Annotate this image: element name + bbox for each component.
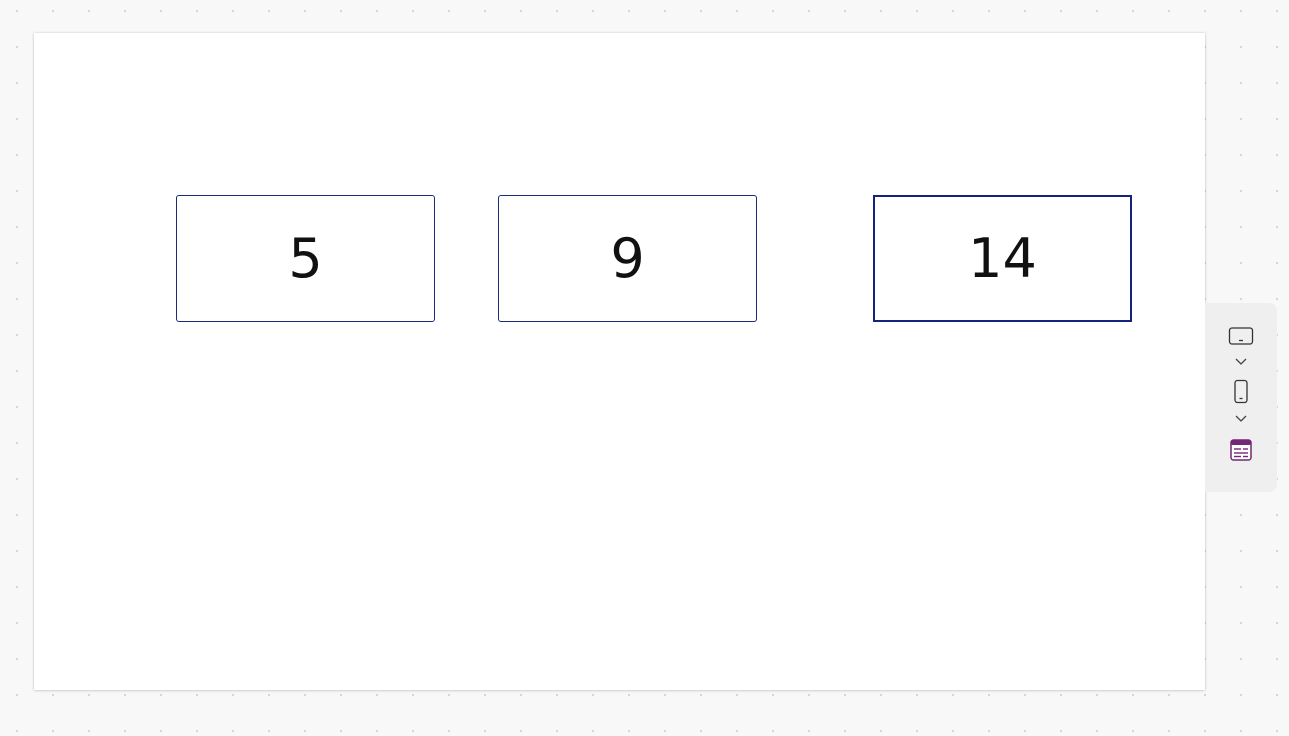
number-box-5[interactable]: 5 xyxy=(176,195,435,322)
tablet-landscape-icon[interactable] xyxy=(1228,324,1254,348)
form-layout-icon[interactable] xyxy=(1228,438,1254,462)
number-box-14[interactable]: 14 xyxy=(873,195,1132,322)
device-preview-toolbar xyxy=(1205,303,1277,492)
chevron-down-icon[interactable] xyxy=(1233,355,1249,367)
phone-portrait-icon[interactable] xyxy=(1228,379,1254,404)
design-canvas[interactable]: 5 9 14 xyxy=(34,33,1205,690)
number-box-9[interactable]: 9 xyxy=(498,195,757,322)
chevron-down-icon[interactable] xyxy=(1233,412,1249,424)
